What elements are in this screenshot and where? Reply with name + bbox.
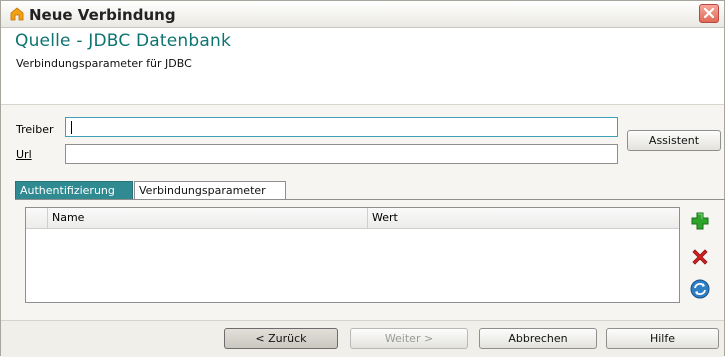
parameters-table[interactable]: Name Wert (25, 207, 680, 303)
tab-verbindungsparameter[interactable]: Verbindungsparameter (134, 181, 286, 200)
help-button[interactable]: Hilfe (606, 328, 719, 349)
title-bar[interactable]: Neue Verbindung (1, 1, 724, 28)
app-icon (10, 7, 24, 21)
url-label: Url (16, 148, 32, 161)
text-caret (71, 121, 72, 134)
remove-button[interactable] (689, 246, 711, 268)
add-button[interactable] (689, 210, 711, 232)
url-field[interactable] (65, 144, 618, 164)
cancel-button[interactable]: Abbrechen (479, 328, 597, 349)
page-subtitle: Verbindungsparameter für JDBC (16, 57, 192, 70)
back-button[interactable]: < Zurück (224, 328, 338, 349)
close-button[interactable] (699, 4, 719, 23)
table-header: Name Wert (26, 208, 679, 229)
dialog-window: Neue Verbindung Quelle - JDBC Datenbank … (0, 0, 725, 357)
next-button[interactable]: Weiter > (350, 328, 468, 349)
driver-field[interactable] (65, 117, 618, 137)
close-icon (703, 7, 715, 19)
tab-authentifizierung[interactable]: Authentifizierung (15, 181, 133, 200)
add-icon (691, 212, 709, 230)
page-title: Quelle - JDBC Datenbank (15, 31, 232, 51)
column-header-name[interactable]: Name (48, 208, 368, 228)
remove-icon (692, 249, 708, 265)
refresh-icon (690, 279, 710, 299)
column-header-value[interactable]: Wert (368, 208, 679, 228)
assistant-button[interactable]: Assistent (627, 130, 721, 151)
refresh-button[interactable] (689, 278, 711, 300)
window-title: Neue Verbindung (29, 6, 176, 24)
row-selector-header (26, 208, 48, 228)
driver-label: Treiber (16, 123, 54, 136)
